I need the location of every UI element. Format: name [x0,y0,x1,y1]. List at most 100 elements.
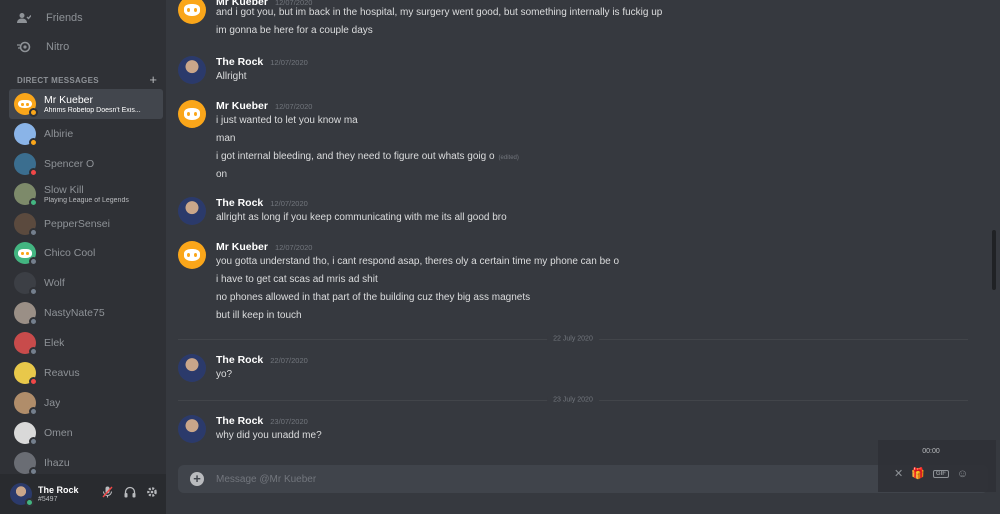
dm-item[interactable]: Slow Kill Playing League of Legends [9,179,163,209]
avatar[interactable] [178,197,206,225]
dm-name: Jay [44,396,61,409]
nav-friends-label: Friends [46,12,83,24]
date-divider-label: 23 July 2020 [547,396,599,404]
message-text: you gotta understand tho, i cant respond… [216,256,619,267]
avatar [14,361,38,386]
avatar [14,421,38,446]
avatar [14,122,38,147]
dm-name: Omen [44,426,73,439]
status-online-icon [29,197,38,207]
status-offline-icon [29,227,38,237]
avatar[interactable] [178,100,206,128]
emoji-icon[interactable]: ☺ [957,468,968,480]
chat-scrollbar[interactable] [992,230,996,290]
message-text-content: im gonna be here for a couple days [216,25,373,36]
edited-label: (edited) [498,155,519,161]
voice-overlay: 00:00 ✕ 🎁 GIF ☺ [878,440,996,492]
dm-item[interactable]: Spencer O [9,149,163,179]
mic-muted-icon[interactable] [101,486,114,501]
dm-item[interactable]: Elek [9,328,163,358]
avatar[interactable] [178,354,206,382]
gift-icon[interactable]: 🎁 [911,467,925,480]
message-author[interactable]: Mr Kueber [216,241,268,253]
message-timestamp: 12/07/2020 [274,0,313,7]
avatar[interactable] [178,56,206,84]
message-text-content: man [216,133,236,144]
avatar[interactable] [178,0,206,24]
dm-item[interactable]: Wolf [9,268,163,298]
message-group: The Rock 12/07/2020 Allright [178,56,958,87]
message-text: but ill keep in touch [216,310,302,321]
avatar [14,272,38,297]
dm-name: Slow Kill [44,183,84,196]
message-text: im gonna be here for a couple days [216,25,373,36]
discord-app: Friends Nitro DIRECT MESSAGES + Mr Kuebe… [0,0,1000,514]
message-author[interactable]: The Rock [216,56,263,68]
message-group: Mr Kueber 12/07/2020 you gotta understand … [178,241,958,326]
message-author[interactable]: The Rock [216,197,263,209]
avatar [14,212,38,237]
message-author[interactable]: The Rock [216,354,263,366]
message-timestamp: 23/07/2020 [270,417,308,426]
message-group: Mr Kueber 12/07/2020 and i got you, but im… [178,0,958,41]
dm-name: Chico Cool [44,247,96,260]
status-offline-icon [29,257,38,267]
dm-item[interactable]: Chico Cool [9,238,163,268]
message-text: i got internal bleeding, and they need t… [216,151,519,162]
avatar[interactable] [10,483,34,507]
nav-nitro[interactable]: Nitro [8,33,158,61]
gif-button[interactable]: GIF [932,469,949,478]
status-offline-icon [29,317,38,327]
gear-icon[interactable] [145,486,158,501]
dm-item[interactable]: Jay [9,388,163,418]
message-text-content: yo? [216,369,233,380]
dm-item[interactable]: PepperSensei [9,209,163,239]
date-divider: 23 July 2020 [178,396,968,404]
dm-activity: Playing League of Legends [44,196,129,204]
message-timestamp: 12/07/2020 [274,243,313,252]
status-idle-icon [29,107,38,117]
close-icon[interactable]: ✕ [894,467,903,480]
message-author[interactable]: The Rock [216,415,263,427]
message-text-content: but ill keep in touch [216,310,302,321]
message-text-content: on [216,169,228,180]
nitro-icon [16,39,32,55]
avatar [14,451,38,476]
message-text: yo? [216,369,232,380]
message-group: The Rock 23/07/2020 why did you unadd me? [178,415,958,446]
dm-item[interactable]: Mr Kueber Ahrims Robetop Doesn't Exis... [9,89,163,119]
status-idle-icon [29,137,38,147]
add-attachment-button[interactable]: + [190,472,204,486]
message-text-content: Allright [216,71,247,82]
dm-name: Ihazu [44,456,70,469]
message-composer: + [178,465,988,493]
headphones-icon[interactable] [123,486,136,501]
dm-item[interactable]: NastyNate75 [9,298,163,328]
avatar[interactable] [178,415,206,443]
message-text-content: no phones allowed in that part of the bu… [216,292,531,303]
status-online-icon [25,498,34,507]
user-tag: #5497 [38,496,58,503]
message-text: on [216,169,227,180]
avatar [14,302,38,327]
create-dm-plus-icon[interactable]: + [149,73,157,86]
avatar[interactable] [178,241,206,269]
message-text-content: why did you unadd me? [216,430,322,441]
message-author[interactable]: Mr Kueber [216,100,268,112]
dm-item[interactable]: Albirie [9,119,163,149]
status-offline-icon [29,287,38,297]
message-input[interactable] [216,473,816,485]
chat-area: + Mr Kueber12/07/2020and i got you, but … [166,0,1000,514]
nav-friends[interactable]: Friends [8,4,158,32]
message-text: allright as long if you keep communicati… [216,212,507,223]
overlay-timer: 00:00 [922,448,940,455]
message-timestamp: 12/07/2020 [274,102,313,111]
message-group: The Rock 12/07/2020 allright as long if yo… [178,197,958,228]
dm-item[interactable]: Omen [9,418,163,448]
message-timestamp: 12/07/2020 [270,58,308,67]
message-group: Mr Kueber 12/07/2020 i just wanted to let … [178,100,958,185]
avatar [14,332,38,357]
status-offline-icon [29,347,38,357]
message-text-content: i just wanted to let you know ma [216,115,358,126]
dm-item[interactable]: Reavus [9,358,163,388]
